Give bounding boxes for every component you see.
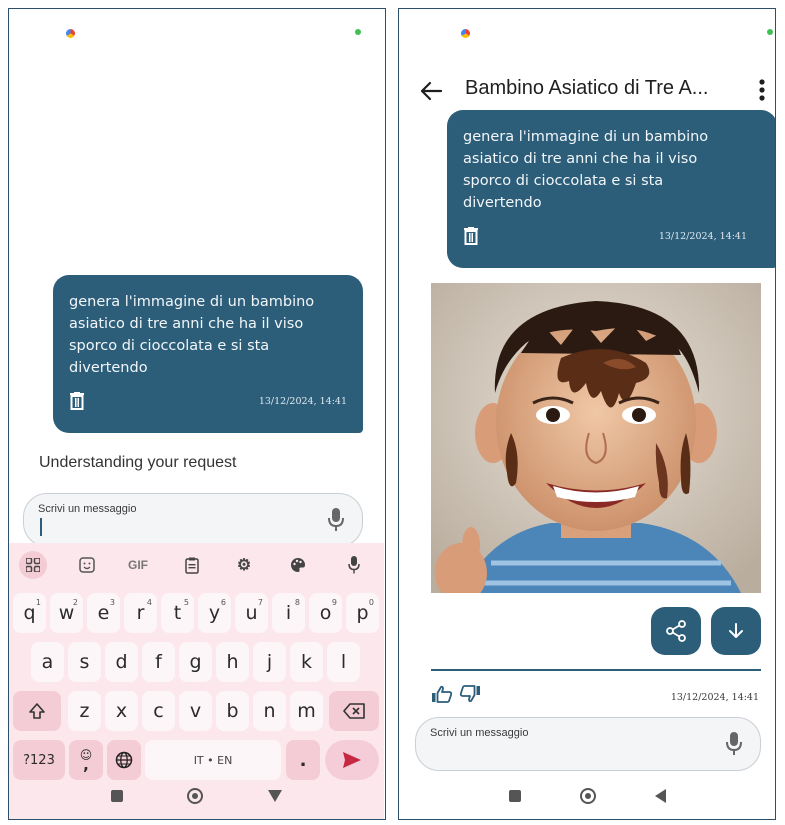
download-icon xyxy=(729,623,743,638)
chrome-status-icon xyxy=(461,29,470,38)
key-c[interactable]: c xyxy=(142,691,175,731)
keyboard: GIF ⚙ q1 w2 e3 r4 t5 y6 u7 i8 o9 p0 a s … xyxy=(9,543,384,819)
user-message-bubble: genera l'immagine di un bambino asiatico… xyxy=(447,110,775,268)
user-message-text: genera l'immagine di un bambino asiatico… xyxy=(69,294,315,376)
app-header: Bambino Asiatico di Tre A... xyxy=(399,73,775,113)
generated-image[interactable] xyxy=(431,283,761,593)
key-j[interactable]: j xyxy=(253,642,286,682)
key-s[interactable]: s xyxy=(68,642,101,682)
key-q[interactable]: q1 xyxy=(13,593,46,633)
user-message-text: genera l'immagine di un bambino asiatico… xyxy=(463,129,709,211)
key-x[interactable]: x xyxy=(105,691,138,731)
key-n[interactable]: n xyxy=(253,691,286,731)
key-r[interactable]: r4 xyxy=(124,593,157,633)
key-h[interactable]: h xyxy=(216,642,249,682)
key-u[interactable]: u7 xyxy=(235,593,268,633)
palette-icon[interactable] xyxy=(287,551,309,579)
download-button[interactable] xyxy=(711,607,761,655)
chat-title: Bambino Asiatico di Tre A... xyxy=(465,77,709,99)
key-w[interactable]: w2 xyxy=(50,593,83,633)
key-l[interactable]: l xyxy=(327,642,360,682)
key-b[interactable]: b xyxy=(216,691,249,731)
globe-icon xyxy=(115,751,133,769)
clipboard-icon[interactable] xyxy=(181,551,203,579)
key-v[interactable]: v xyxy=(179,691,212,731)
hide-keyboard-button[interactable] xyxy=(267,790,282,802)
key-a[interactable]: a xyxy=(31,642,64,682)
back-arrow-icon[interactable] xyxy=(419,79,443,103)
gif-button[interactable]: GIF xyxy=(123,551,153,579)
navigation-bar xyxy=(9,773,384,819)
message-placeholder: Scrivi un messaggio xyxy=(38,503,137,515)
mic-icon[interactable] xyxy=(726,732,742,756)
trash-icon[interactable] xyxy=(69,392,85,410)
chrome-status-icon xyxy=(66,29,75,38)
mic-icon[interactable] xyxy=(328,508,344,532)
key-y[interactable]: y6 xyxy=(198,593,231,633)
shift-icon xyxy=(29,703,45,719)
keyboard-mic-icon[interactable] xyxy=(343,551,365,579)
key-e[interactable]: e3 xyxy=(87,593,120,633)
privacy-indicator-icon xyxy=(355,29,361,35)
message-timestamp: 13/12/2024, 14:41 xyxy=(258,395,347,407)
back-nav-button[interactable] xyxy=(654,789,666,803)
key-k[interactable]: k xyxy=(290,642,323,682)
text-cursor xyxy=(40,518,42,536)
key-d[interactable]: d xyxy=(105,642,138,682)
keyboard-toolbar: GIF ⚙ xyxy=(9,547,384,583)
right-phone-screen: Bambino Asiatico di Tre A... genera l'im… xyxy=(398,8,776,820)
key-f[interactable]: f xyxy=(142,642,175,682)
recents-button[interactable] xyxy=(508,790,521,802)
navigation-bar xyxy=(399,773,775,819)
more-options-icon[interactable] xyxy=(759,79,765,101)
key-g[interactable]: g xyxy=(179,642,212,682)
privacy-indicator-icon xyxy=(767,29,773,35)
share-icon xyxy=(666,620,686,642)
thumbs-down-icon[interactable] xyxy=(459,685,481,703)
shift-key[interactable] xyxy=(13,691,61,731)
key-o[interactable]: o9 xyxy=(309,593,342,633)
sticker-icon[interactable] xyxy=(75,551,99,579)
reply-timestamp: 13/12/2024, 14:41 xyxy=(670,692,759,703)
user-message-bubble: genera l'immagine di un bambino asiatico… xyxy=(53,275,363,433)
share-button[interactable] xyxy=(651,607,701,655)
home-button[interactable] xyxy=(579,788,596,804)
message-divider xyxy=(431,669,761,671)
message-timestamp: 13/12/2024, 14:41 xyxy=(658,230,747,242)
thumbs-up-icon[interactable] xyxy=(431,685,453,703)
send-icon xyxy=(343,752,361,768)
processing-status: Understanding your request xyxy=(39,454,237,471)
backspace-icon xyxy=(343,703,365,719)
key-t[interactable]: t5 xyxy=(161,593,194,633)
key-m[interactable]: m xyxy=(290,691,323,731)
trash-icon[interactable] xyxy=(463,227,479,245)
message-placeholder: Scrivi un messaggio xyxy=(430,727,529,739)
apps-icon[interactable] xyxy=(19,551,47,579)
key-z[interactable]: z xyxy=(68,691,101,731)
left-phone-screen: genera l'immagine di un bambino asiatico… xyxy=(8,8,386,820)
recents-button[interactable] xyxy=(111,790,124,802)
key-i[interactable]: i8 xyxy=(272,593,305,633)
key-p[interactable]: p0 xyxy=(346,593,379,633)
settings-icon[interactable]: ⚙ xyxy=(233,551,255,579)
message-input[interactable]: Scrivi un messaggio xyxy=(23,493,363,547)
message-input[interactable]: Scrivi un messaggio xyxy=(415,717,761,771)
home-button[interactable] xyxy=(187,788,204,804)
backspace-key[interactable] xyxy=(329,691,379,731)
